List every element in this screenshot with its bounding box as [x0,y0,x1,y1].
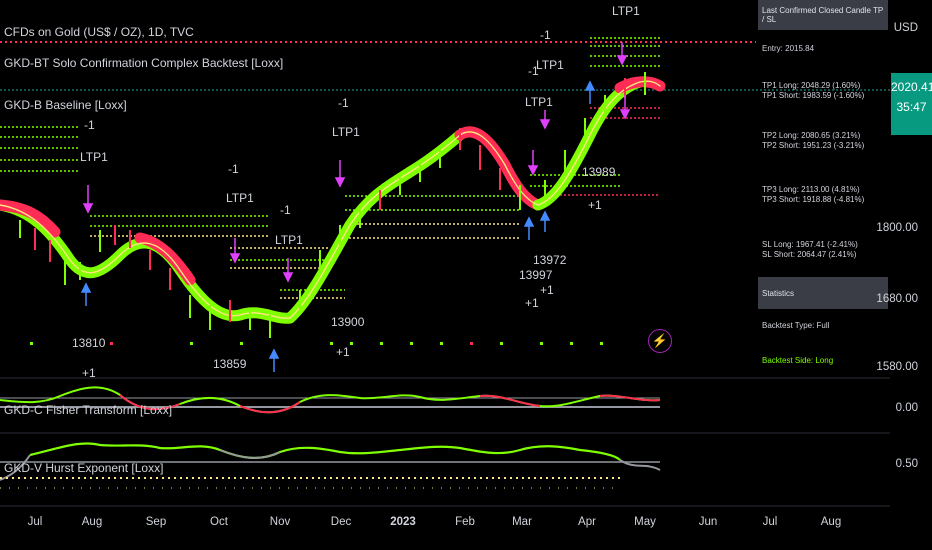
chart-window: CFDs on Gold (US$ / OZ), 1D, TVC GKD-BT … [0,0,932,550]
backtest-side-value: Backtest Side: Long [762,356,834,365]
bar-countdown: 35:47 [896,100,927,114]
trade-marker-ltp1: LTP1 [525,95,553,109]
price-tick-label: 1680.00 [876,293,918,305]
last-price-badge: 2020.41 35:47 [891,73,932,135]
trade-id-label: 13859 [213,357,247,371]
entry-value: Entry: 2015.84 [762,44,815,53]
time-axis-label: Mar [512,516,532,528]
trade-marker-plus1: +1 [588,198,602,212]
trade-marker-plus1: +1 [540,283,554,297]
tp1-long-value: TP1 Long: 2048.29 (1.60%) [762,81,861,90]
currency-label[interactable]: USD [894,22,918,34]
time-axis-label: Oct [210,516,228,528]
trade-marker-minus1: -1 [280,203,291,217]
time-axis-label: Feb [455,516,475,528]
sl-short-value: SL Short: 2064.47 (2.41%) [762,250,857,259]
time-axis-label: Sep [145,516,167,528]
tp-sl-panel-title: Last Confirmed Closed Candle TP / SL [758,0,888,30]
time-axis-label: Aug [820,516,842,528]
time-axis-label: Jun [698,516,718,528]
tp2-long-value: TP2 Long: 2080.65 (3.21%) [762,131,861,140]
tp1-short-value: TP1 Short: 1983.59 (-1.60%) [762,91,865,100]
last-price-value: 2020.41 [891,80,932,94]
sl-long-value: SL Long: 1967.41 (-2.41%) [762,240,858,249]
signal-dots [30,342,603,345]
trade-marker-plus1: +1 [336,345,350,359]
time-axis-label: Jul [762,516,778,528]
trade-marker-ltp1: LTP1 [612,4,640,18]
time-axis-label: Nov [269,516,291,528]
trade-marker-ltp1: LTP1 [226,191,254,205]
price-chart-canvas[interactable] [0,0,890,510]
trade-marker-ltp1: LTP1 [536,58,564,72]
trade-id-label: 13900 [331,315,365,329]
time-axis-label: Dec [330,516,352,528]
trade-marker-minus1: -1 [228,162,239,176]
trade-marker-minus1: -1 [84,118,95,132]
hurst-indicator-legend[interactable]: GKD-V Hurst Exponent [Loxx] [4,461,163,475]
time-axis-label: Aug [81,516,103,528]
baseline-ribbon [0,76,666,324]
time-axis-label: 2023 [390,516,416,528]
trade-id-label: 13810 [72,336,106,350]
statistics-panel-title: Statistics [758,277,888,309]
trade-id-label: 13989 [582,165,616,179]
price-tick-label: 1800.00 [876,222,918,234]
backtest-type-value: Backtest Type: Full [762,321,830,330]
price-tick-label: 1580.00 [876,361,918,373]
tp2-short-value: TP2 Short: 1951.23 (-3.21%) [762,141,865,150]
tp3-short-value: TP3 Short: 1918.88 (-4.81%) [762,195,865,204]
tp3-long-value: TP3 Long: 2113.00 (4.81%) [762,185,860,194]
trade-marker-ltp1: LTP1 [80,150,108,164]
trade-marker-plus1: +1 [82,366,96,380]
lightning-icon[interactable]: ⚡ [648,329,672,353]
baseline-indicator-legend[interactable]: GKD-B Baseline [Loxx] [4,98,127,112]
hurst-axis-label: 0.50 [895,458,918,470]
symbol-legend[interactable]: CFDs on Gold (US$ / OZ), 1D, TVC [4,25,194,39]
trade-marker-plus1: +1 [525,296,539,310]
trade-marker-ltp1: LTP1 [275,233,303,247]
trade-id-label: 13972 [533,253,567,267]
trade-id-label: 13997 [519,268,553,282]
time-axis-label: Jul [27,516,43,528]
trade-marker-minus1: -1 [338,96,349,110]
trade-marker-ltp1: LTP1 [332,125,360,139]
trade-marker-minus1: -1 [540,28,551,42]
time-axis-label: May [634,516,656,528]
backtest-indicator-legend[interactable]: GKD-BT Solo Confirmation Complex Backtes… [4,56,283,70]
fisher-axis-label: 0.00 [895,402,918,414]
fisher-indicator-legend[interactable]: GKD-C Fisher Transform [Loxx] [4,403,172,417]
time-axis-label: Apr [578,516,596,528]
